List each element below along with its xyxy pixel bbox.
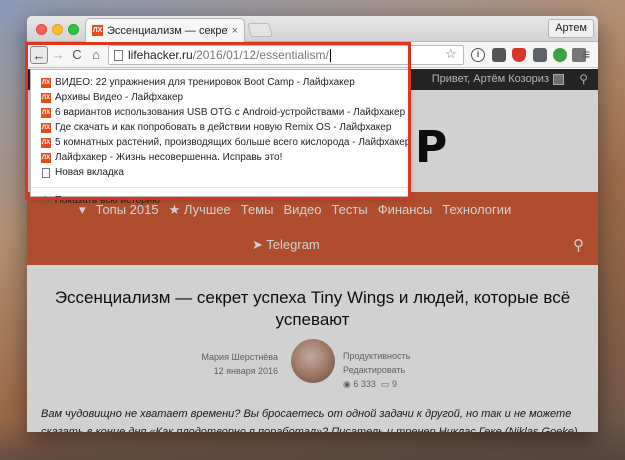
nav-search-icon[interactable]: ⚲: [573, 236, 584, 254]
show-history-text: Показать всю историю: [54, 195, 160, 206]
article-lead: Вам чудовищно не хватает времени? Вы бро…: [41, 408, 578, 432]
lifehacker-favicon: ЛХ: [92, 25, 103, 36]
minimize-window-button[interactable]: [52, 24, 63, 35]
suggestion-item[interactable]: ЛХ Лайфхакер - Жизнь несовершенна. Испра…: [31, 150, 409, 165]
views-icon: ◉: [343, 379, 351, 389]
publish-date: 12 января 2016: [213, 366, 278, 376]
title-bar: ЛХ Эссенциализм — секрет × Артем: [27, 16, 598, 42]
lifehacker-favicon: ЛХ: [41, 77, 51, 88]
info-icon[interactable]: i: [471, 48, 485, 62]
suggestion-item[interactable]: ЛХ 5 комнатных растений, производящих бо…: [31, 135, 411, 150]
maximize-window-button[interactable]: [68, 24, 79, 35]
suggestion-text: ВИДЕО: 22 упражнения для тренировок Boot…: [55, 77, 355, 88]
suggestion-item[interactable]: ЛХ Где скачать и как попробовать в дейст…: [31, 120, 409, 135]
nav-item-technology[interactable]: Технологии: [442, 202, 511, 218]
suggestion-item[interactable]: ЛХ ВИДЕО: 22 упражнения для тренировок B…: [31, 75, 409, 90]
bookmark-star-icon[interactable]: ☆: [445, 46, 457, 62]
suggestion-text: Где скачать и как попробовать в действии…: [55, 122, 392, 133]
new-tab-button[interactable]: [247, 23, 273, 37]
user-avatar-icon: [553, 73, 564, 85]
lifehacker-favicon: ЛХ: [41, 107, 51, 118]
url-host: lifehacker.ru: [128, 48, 193, 62]
close-window-button[interactable]: [36, 24, 47, 35]
profile-button[interactable]: Артем: [548, 19, 594, 38]
back-button[interactable]: ←: [30, 46, 48, 64]
edit-link[interactable]: Редактировать: [343, 363, 410, 377]
lifehacker-favicon: ЛХ: [41, 92, 51, 103]
suggestion-text: Лайфхакер - Жизнь несовершенна. Исправь …: [55, 152, 283, 163]
browser-window: ЛХ Эссенциализм — секрет × Артем ← → C ⌂…: [27, 16, 598, 432]
show-all-history-link[interactable]: ◷ Показать всю историю: [31, 193, 409, 208]
tab-title: Эссенциализм — секрет: [107, 24, 228, 37]
article-meta: Продуктивность Редактировать ◉ 6 333 ▭ 9: [343, 349, 410, 391]
stats-row: ◉ 6 333 ▭ 9: [343, 377, 410, 391]
url-path: /2016/01/12/essentialism/: [192, 48, 329, 62]
article: Эссенциализм — секрет успеха Tiny Wings …: [27, 265, 598, 432]
views-count: 6 333: [353, 379, 376, 389]
suggestion-text: 5 комнатных растений, производящих больш…: [55, 137, 411, 148]
search-icon[interactable]: ⚲: [579, 72, 588, 86]
browser-toolbar: ← → C ⌂ lifehacker.ru/2016/01/12/essenti…: [27, 42, 598, 68]
comments-count[interactable]: 9: [392, 379, 397, 389]
comments-icon: ▭: [380, 379, 390, 389]
author-block: Мария Шерстнёва 12 января 2016: [201, 350, 278, 378]
suggestion-item[interactable]: Новая вкладка: [31, 165, 409, 180]
nav-item-telegram[interactable]: ➤ Telegram: [252, 237, 320, 253]
home-button[interactable]: ⌂: [87, 46, 105, 64]
omnibox-dropdown: ЛХ ВИДЕО: 22 упражнения для тренировок B…: [30, 69, 411, 206]
article-title: Эссенциализм — секрет успеха Tiny Wings …: [54, 288, 571, 329]
address-bar[interactable]: lifehacker.ru/2016/01/12/essentialism/: [108, 45, 464, 65]
author-avatar[interactable]: [291, 339, 335, 383]
suggestion-item[interactable]: ЛХ Архивы Видео - Лайфхакер: [31, 90, 409, 105]
history-icon: ◷: [41, 195, 50, 206]
check-icon[interactable]: [533, 48, 547, 62]
lifehacker-favicon: ЛХ: [41, 137, 51, 148]
telegram-label: Telegram: [266, 237, 320, 252]
page-icon: [114, 49, 123, 61]
user-greeting[interactable]: Привет, Артём Козориз: [432, 73, 564, 85]
divider: [31, 187, 409, 188]
forward-button[interactable]: →: [49, 46, 67, 64]
suggestion-text: Архивы Видео - Лайфхакер: [55, 92, 184, 103]
reload-button[interactable]: C: [68, 46, 86, 64]
suggestion-text: Новая вкладка: [55, 167, 124, 178]
menu-icon[interactable]: ≡: [582, 46, 590, 62]
greeting-text: Привет, Артём Козориз: [431, 73, 549, 85]
author-name[interactable]: Мария Шерстнёва: [201, 350, 278, 364]
browser-tab[interactable]: ЛХ Эссенциализм — секрет ×: [85, 18, 245, 42]
green-extension-icon[interactable]: [553, 48, 567, 62]
tab-close-icon[interactable]: ×: [232, 25, 238, 37]
category-link[interactable]: Продуктивность: [343, 349, 410, 363]
page-icon: [42, 167, 50, 178]
pocket-icon[interactable]: [492, 48, 506, 62]
lifehacker-favicon: ЛХ: [41, 152, 51, 163]
text-caret: [329, 48, 331, 62]
site-logo[interactable]: P: [415, 122, 447, 173]
suggestion-item[interactable]: ЛХ 6 вариантов использования USB OTG с A…: [31, 105, 409, 120]
suggestion-text: 6 вариантов использования USB OTG с Andr…: [55, 107, 406, 118]
lifehacker-favicon: ЛХ: [41, 122, 51, 133]
shield-icon[interactable]: [512, 48, 526, 62]
